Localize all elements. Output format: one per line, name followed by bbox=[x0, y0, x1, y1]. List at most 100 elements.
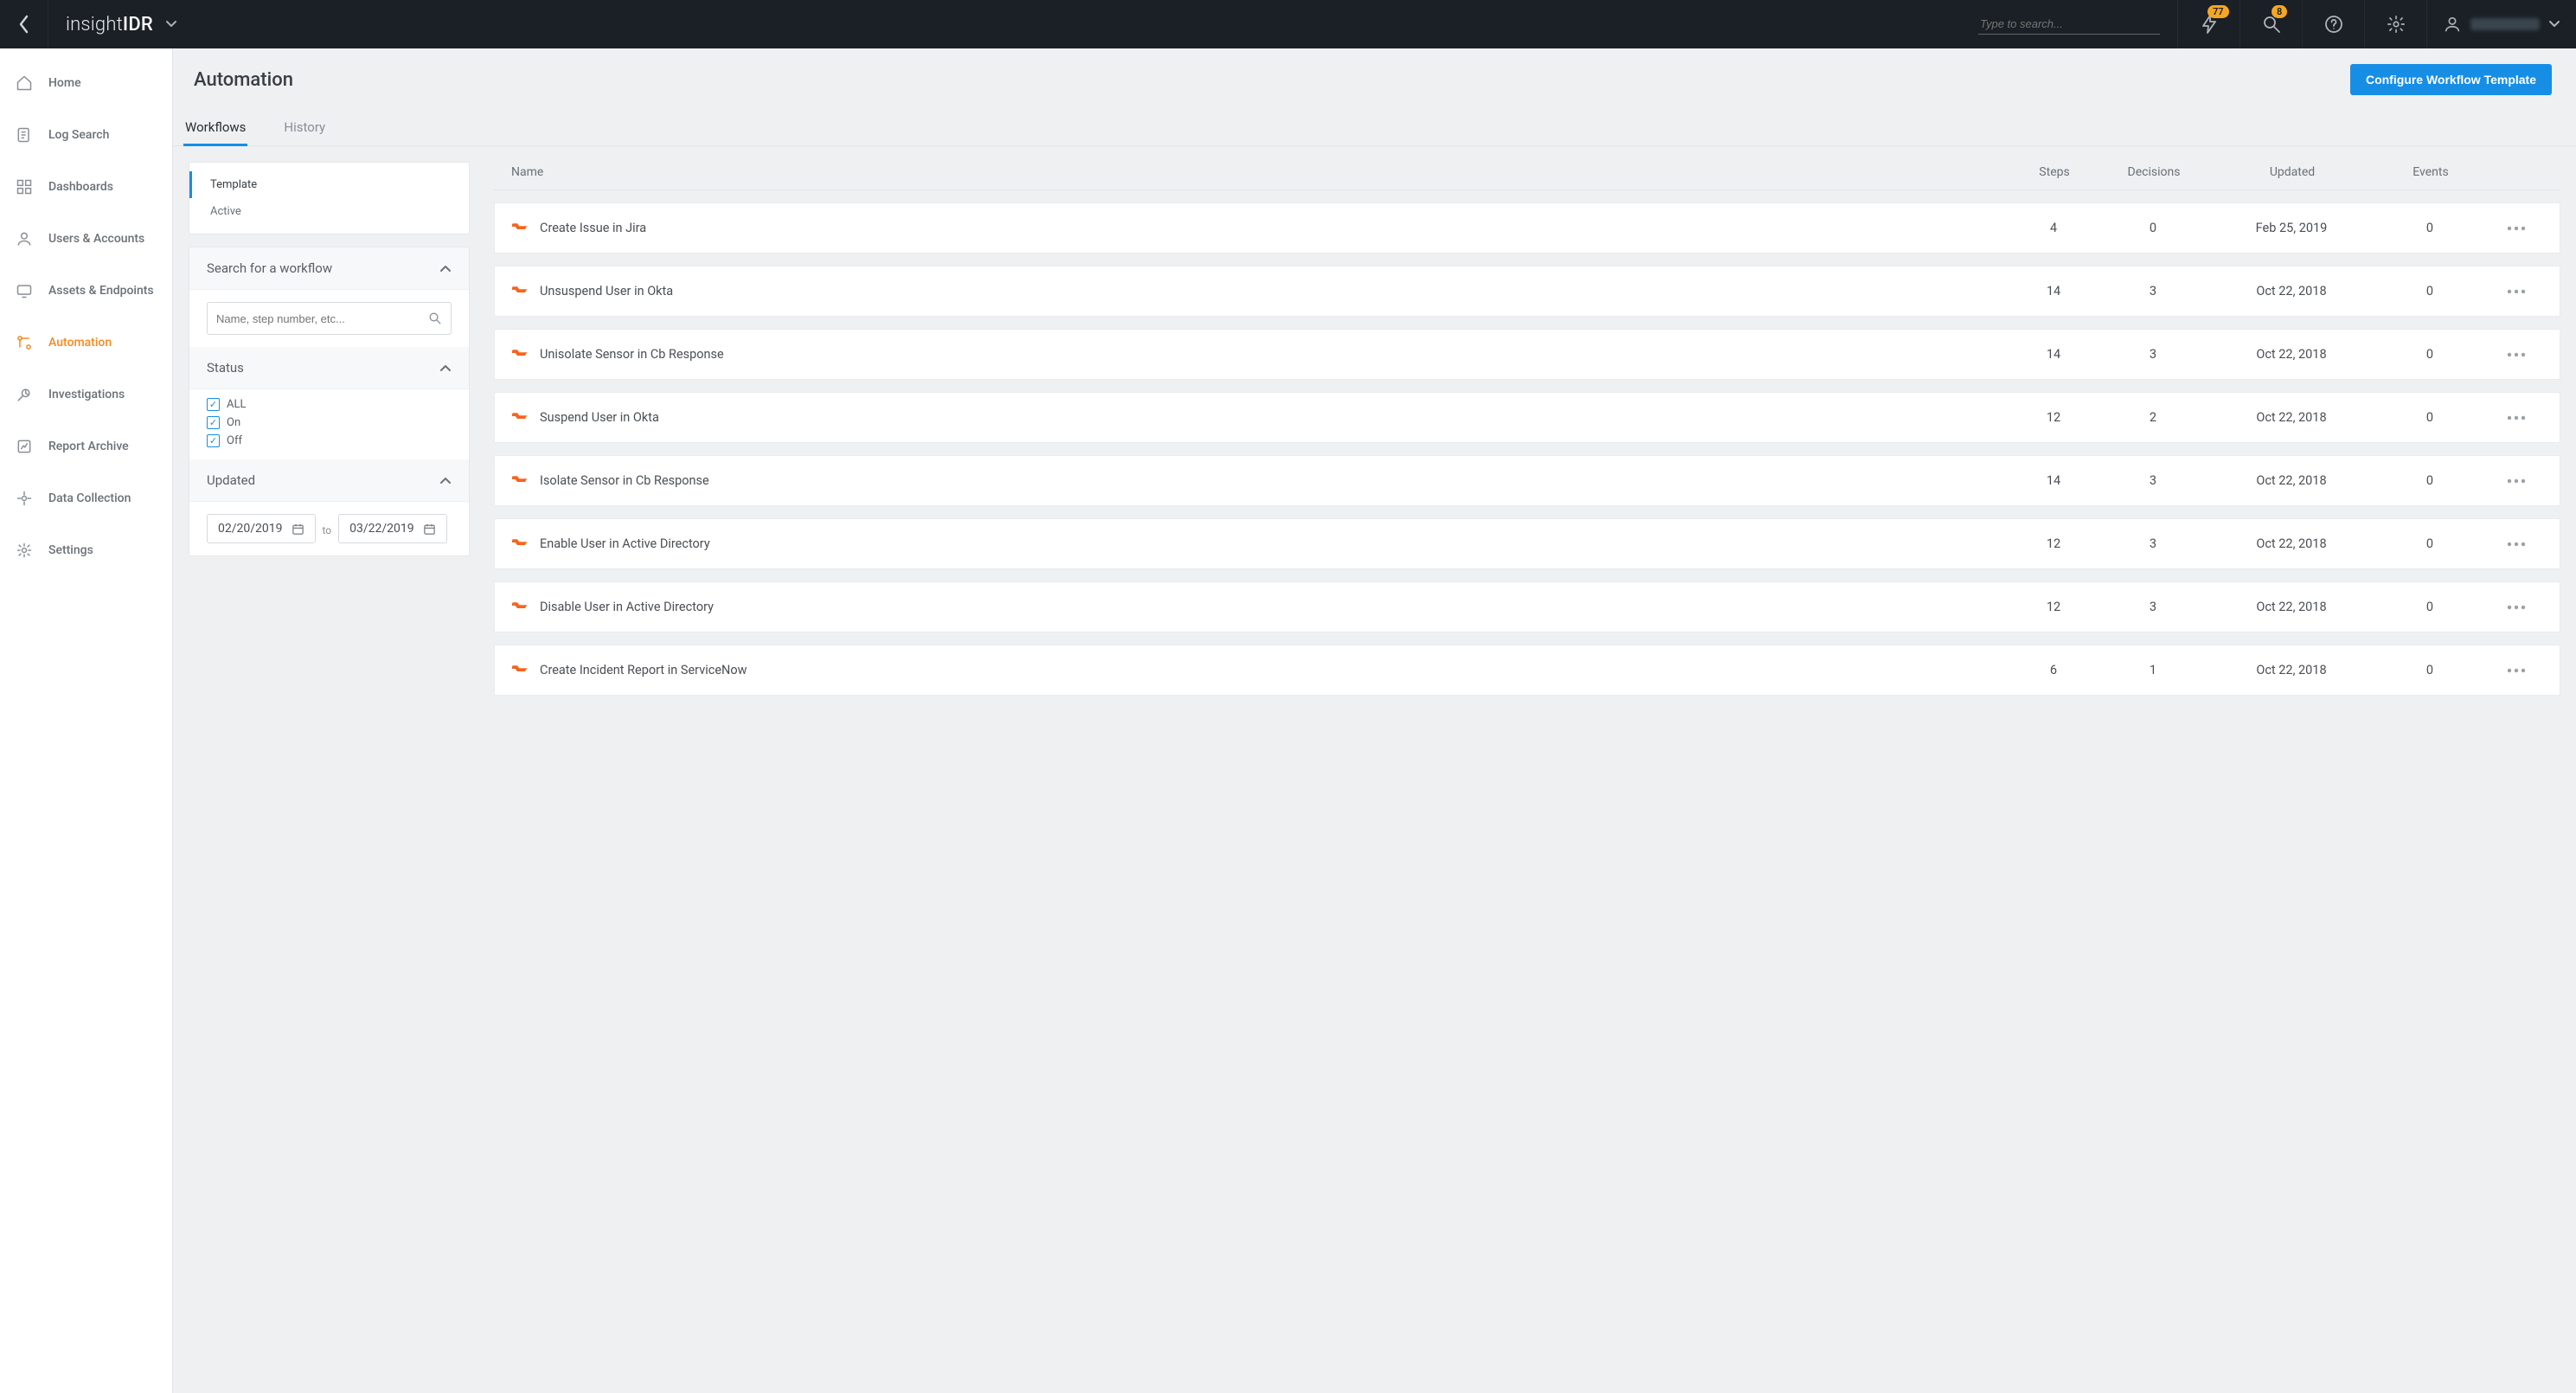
chevron-up-icon bbox=[439, 363, 452, 372]
activity-button[interactable]: 8 bbox=[2240, 0, 2302, 48]
sidebar-item-log-search[interactable]: Log Search bbox=[0, 109, 172, 161]
sidebar-item-label: Home bbox=[48, 76, 81, 90]
back-button[interactable] bbox=[0, 0, 48, 48]
sidebar-item-label: Users & Accounts bbox=[48, 232, 144, 246]
filter-updated-header[interactable]: Updated bbox=[189, 459, 469, 502]
subnav-active[interactable]: Active bbox=[189, 198, 469, 225]
workflow-icon bbox=[512, 600, 528, 613]
filter-search-header[interactable]: Search for a workflow bbox=[189, 247, 469, 290]
workflow-icon bbox=[512, 348, 528, 361]
checkbox-icon[interactable] bbox=[207, 398, 220, 411]
sidebar-item-data-collection[interactable]: Data Collection bbox=[0, 472, 172, 524]
activity-badge: 8 bbox=[2272, 5, 2287, 18]
sidebar-item-home[interactable]: Home bbox=[0, 57, 172, 109]
status-option-all[interactable]: ALL bbox=[207, 398, 452, 411]
table-row[interactable]: Isolate Sensor in Cb Response143Oct 22, … bbox=[494, 455, 2560, 506]
settings-button[interactable] bbox=[2364, 0, 2426, 48]
tab-history[interactable]: History bbox=[282, 119, 327, 145]
status-option-on[interactable]: On bbox=[207, 416, 452, 429]
sidebar-item-investigations[interactable]: Investigations bbox=[0, 369, 172, 420]
row-events: 0 bbox=[2378, 663, 2482, 677]
row-decisions: 3 bbox=[2101, 347, 2205, 362]
user-menu[interactable] bbox=[2426, 0, 2576, 48]
user-name-redacted bbox=[2470, 18, 2540, 30]
row-updated: Oct 22, 2018 bbox=[2214, 536, 2369, 551]
row-actions-button[interactable] bbox=[2490, 605, 2542, 610]
row-name: Disable User in Active Directory bbox=[540, 600, 714, 614]
help-button[interactable] bbox=[2302, 0, 2364, 48]
date-to-label: to bbox=[323, 524, 332, 543]
chevron-left-icon bbox=[18, 15, 30, 34]
row-actions-button[interactable] bbox=[2490, 542, 2542, 547]
row-steps: 12 bbox=[2015, 536, 2092, 551]
table-row[interactable]: Disable User in Active Directory123Oct 2… bbox=[494, 581, 2560, 632]
row-updated: Oct 22, 2018 bbox=[2214, 663, 2369, 677]
tab-workflows[interactable]: Workflows bbox=[183, 119, 247, 146]
global-search-input[interactable] bbox=[1978, 14, 2160, 35]
row-actions-button[interactable] bbox=[2490, 226, 2542, 231]
calendar-icon bbox=[423, 523, 436, 536]
sidebar-item-users-accounts[interactable]: Users & Accounts bbox=[0, 213, 172, 265]
chevron-up-icon bbox=[439, 264, 452, 273]
subnav-template[interactable]: Template bbox=[189, 171, 469, 198]
col-updated: Updated bbox=[2214, 165, 2370, 179]
workflow-search-input[interactable] bbox=[216, 312, 428, 325]
filter-status-header[interactable]: Status bbox=[189, 347, 469, 389]
row-actions-button[interactable] bbox=[2490, 478, 2542, 484]
row-actions-button[interactable] bbox=[2490, 415, 2542, 420]
table-row[interactable]: Create Incident Report in ServiceNow61Oc… bbox=[494, 645, 2560, 696]
row-decisions: 3 bbox=[2101, 473, 2205, 488]
table-row[interactable]: Suspend User in Okta122Oct 22, 20180 bbox=[494, 392, 2560, 443]
date-from-input[interactable]: 02/20/2019 bbox=[207, 514, 316, 543]
row-updated: Oct 22, 2018 bbox=[2214, 473, 2369, 488]
workflow-icon bbox=[512, 664, 528, 677]
row-steps: 12 bbox=[2015, 600, 2092, 614]
row-events: 0 bbox=[2378, 347, 2482, 362]
workflow-icon bbox=[512, 411, 528, 424]
row-actions-button[interactable] bbox=[2490, 352, 2542, 357]
log-search-icon bbox=[16, 126, 33, 144]
configure-workflow-template-button[interactable]: Configure Workflow Template bbox=[2350, 64, 2552, 95]
row-events: 0 bbox=[2378, 473, 2482, 488]
sidebar-item-label: Dashboards bbox=[48, 180, 113, 194]
endpoints-icon bbox=[16, 282, 33, 299]
sidebar-item-assets-endpoints[interactable]: Assets & Endpoints bbox=[0, 265, 172, 317]
table-row[interactable]: Unisolate Sensor in Cb Response143Oct 22… bbox=[494, 329, 2560, 380]
checkbox-icon[interactable] bbox=[207, 434, 220, 447]
row-actions-button[interactable] bbox=[2490, 668, 2542, 673]
table-row[interactable]: Unsuspend User in Okta143Oct 22, 20180 bbox=[494, 266, 2560, 317]
sidebar-item-label: Data Collection bbox=[48, 491, 131, 505]
workflow-icon bbox=[512, 285, 528, 298]
dashboards-icon bbox=[16, 178, 33, 196]
col-events: Events bbox=[2379, 165, 2483, 179]
row-events: 0 bbox=[2378, 410, 2482, 425]
row-steps: 12 bbox=[2015, 410, 2092, 425]
sidebar-item-report-archive[interactable]: Report Archive bbox=[0, 420, 172, 472]
workflow-search-field[interactable] bbox=[207, 302, 452, 335]
table-row[interactable]: Enable User in Active Directory123Oct 22… bbox=[494, 518, 2560, 569]
row-updated: Oct 22, 2018 bbox=[2214, 347, 2369, 362]
sidebar-item-automation[interactable]: Automation bbox=[0, 317, 172, 369]
sidebar-item-settings[interactable]: Settings bbox=[0, 524, 172, 576]
sidebar-item-label: Report Archive bbox=[48, 440, 129, 453]
row-events: 0 bbox=[2378, 600, 2482, 614]
row-decisions: 0 bbox=[2101, 221, 2205, 235]
row-steps: 4 bbox=[2015, 221, 2092, 235]
product-caret[interactable] bbox=[165, 20, 177, 29]
row-name: Isolate Sensor in Cb Response bbox=[540, 473, 709, 488]
notifications-button[interactable]: 77 bbox=[2177, 0, 2240, 48]
row-decisions: 3 bbox=[2101, 600, 2205, 614]
global-search[interactable] bbox=[1978, 14, 2160, 35]
date-to-value: 03/22/2019 bbox=[349, 522, 414, 536]
col-decisions: Decisions bbox=[2102, 165, 2206, 179]
row-updated: Oct 22, 2018 bbox=[2214, 284, 2369, 298]
table-row[interactable]: Create Issue in Jira40Feb 25, 20190 bbox=[494, 202, 2560, 254]
chevron-down-icon bbox=[165, 20, 177, 29]
product-switcher[interactable]: insightIDR bbox=[48, 0, 195, 48]
status-option-off[interactable]: Off bbox=[207, 434, 452, 447]
date-to-input[interactable]: 03/22/2019 bbox=[338, 514, 447, 543]
row-actions-button[interactable] bbox=[2490, 289, 2542, 294]
sidebar-item-dashboards[interactable]: Dashboards bbox=[0, 161, 172, 213]
checkbox-icon[interactable] bbox=[207, 416, 220, 429]
gear-icon bbox=[16, 542, 33, 559]
